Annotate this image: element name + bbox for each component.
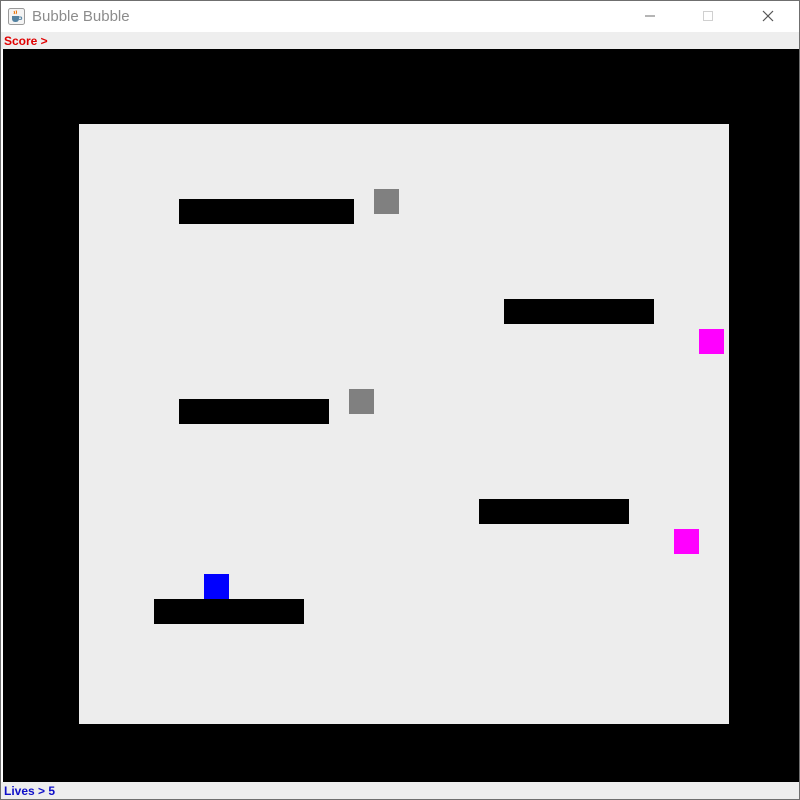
platform [479, 499, 629, 524]
minimize-icon [645, 15, 655, 17]
lives-label: Lives > 5 [4, 784, 56, 798]
title-bar[interactable]: Bubble Bubble [1, 1, 799, 32]
maximize-button[interactable] [685, 1, 731, 32]
magenta-enemy [699, 329, 724, 354]
platform [179, 199, 354, 224]
score-label: Score > [4, 34, 48, 48]
minimize-button[interactable] [627, 1, 673, 32]
window-title: Bubble Bubble [32, 8, 130, 25]
player-character [204, 574, 229, 599]
close-icon [762, 10, 774, 22]
platform [154, 599, 304, 624]
gray-enemy [374, 189, 399, 214]
java-cup-icon [8, 8, 25, 25]
game-arena [79, 124, 729, 724]
maximize-icon [703, 11, 713, 21]
lives-bar: Lives > 5 [1, 782, 799, 799]
game-canvas[interactable] [3, 49, 799, 782]
gray-enemy [349, 389, 374, 414]
platform [179, 399, 329, 424]
magenta-enemy [674, 529, 699, 554]
close-button[interactable] [745, 1, 791, 32]
platform [504, 299, 654, 324]
game-window: Bubble Bubble Score > Lives > 5 [0, 0, 800, 800]
score-bar: Score > [1, 32, 799, 49]
